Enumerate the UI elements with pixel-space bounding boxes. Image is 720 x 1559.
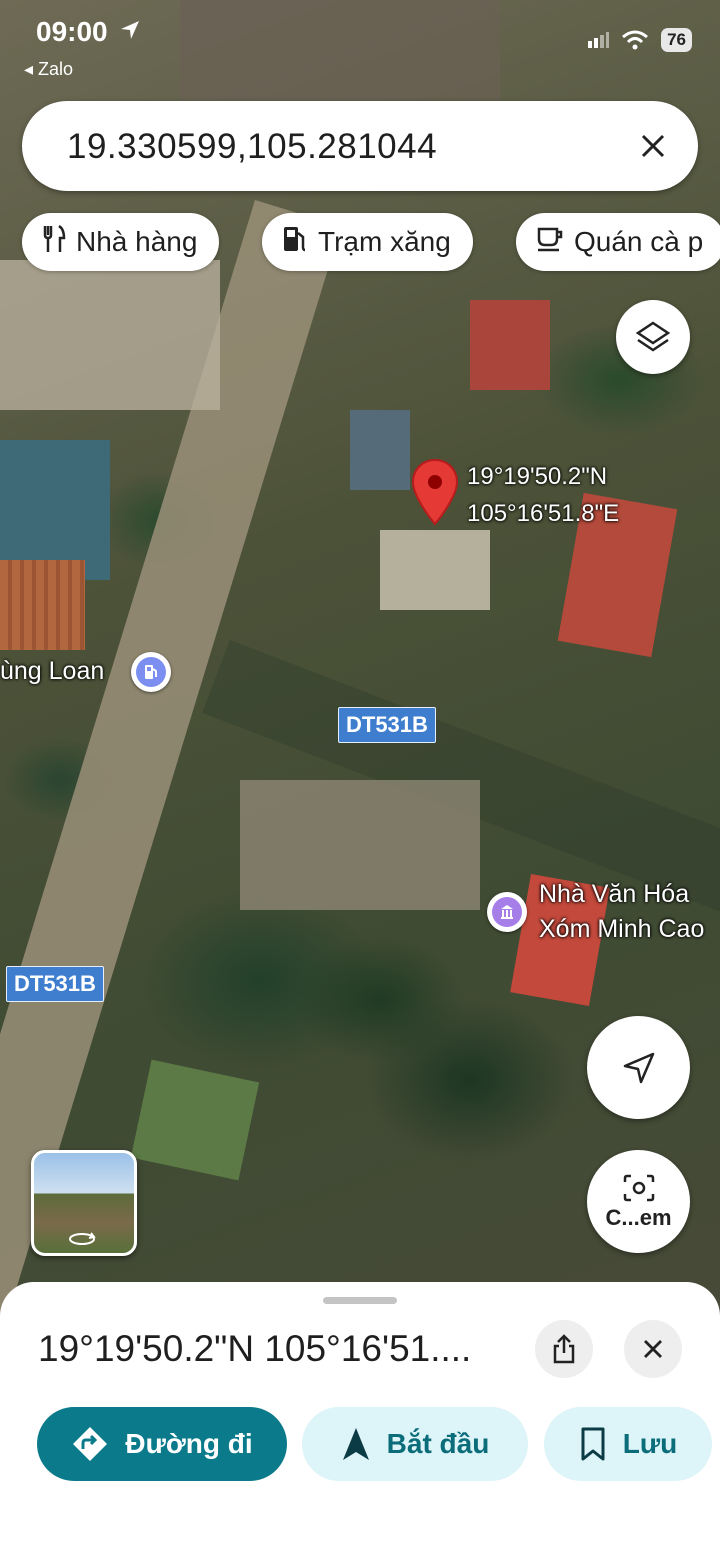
- location-arrow-icon: [121, 21, 140, 39]
- back-to-app[interactable]: ◂ Zalo: [24, 59, 73, 80]
- landmark-icon: [501, 905, 513, 919]
- battery-indicator: 76: [661, 28, 692, 52]
- signal-icon: [588, 32, 610, 48]
- close-icon: [641, 134, 665, 158]
- navigation-arrow-icon: [623, 1052, 654, 1083]
- chip-label: Nhà hàng: [76, 226, 198, 257]
- status-time: 09:00: [36, 16, 141, 48]
- chip-coffee[interactable]: Quán cà p: [516, 213, 720, 271]
- search-input[interactable]: 19.330599,105.281044: [67, 127, 437, 167]
- roof: [350, 410, 410, 490]
- start-navigation-button[interactable]: Bắt đầu: [302, 1407, 528, 1481]
- poi-culture-label-line1[interactable]: Nhà Văn Hóa: [539, 878, 689, 911]
- directions-label: Đường đi: [125, 1428, 253, 1459]
- poi-gas-label[interactable]: ùng Loan: [0, 655, 104, 688]
- sheet-drag-handle[interactable]: [323, 1297, 397, 1304]
- poi-gas-station[interactable]: [131, 652, 171, 692]
- coffee-icon: [536, 226, 564, 259]
- layers-button[interactable]: [616, 300, 690, 374]
- start-label: Bắt đầu: [386, 1428, 490, 1459]
- pin-label-latitude: 19°19'50.2"N: [467, 463, 608, 490]
- chip-gas-stations[interactable]: Trạm xăng: [262, 213, 473, 271]
- street-view-thumbnail[interactable]: [31, 1150, 137, 1256]
- restaurant-icon: [42, 224, 66, 260]
- poi-culture-house[interactable]: [487, 892, 527, 932]
- poi-culture-label-line2[interactable]: Xóm Minh Cao: [539, 913, 704, 946]
- roof: [0, 560, 85, 650]
- chip-restaurants[interactable]: Nhà hàng: [22, 213, 220, 271]
- share-icon: [553, 1334, 575, 1364]
- chip-label: Quán cà p: [574, 226, 704, 257]
- camera-button-label: C...em: [605, 1204, 672, 1230]
- roof: [180, 0, 500, 100]
- layers-icon: [635, 321, 671, 352]
- roof: [130, 1059, 260, 1181]
- search-bar[interactable]: 19.330599,105.281044: [22, 101, 698, 191]
- street-view-camera-button[interactable]: C...em: [587, 1150, 690, 1253]
- camera-icon: [623, 1174, 654, 1201]
- roof: [470, 300, 550, 390]
- road-label: DT531B: [6, 966, 104, 1002]
- save-button[interactable]: Lưu: [544, 1407, 712, 1481]
- clock: 09:00: [36, 16, 108, 47]
- close-icon: [644, 1340, 662, 1358]
- roof: [240, 780, 480, 910]
- pin-label-longitude: 105°16'51.8"E: [467, 500, 620, 527]
- roof: [0, 440, 110, 580]
- gas-station-icon: [282, 225, 308, 260]
- clear-search-button[interactable]: [628, 121, 678, 171]
- gas-station-icon: [145, 665, 157, 679]
- chip-label: Trạm xăng: [318, 226, 451, 257]
- map-pin-icon: [411, 458, 459, 526]
- directions-icon: [71, 1425, 109, 1463]
- navigation-icon: [341, 1426, 371, 1462]
- share-button[interactable]: [535, 1320, 593, 1378]
- roof: [0, 260, 220, 410]
- place-title: 19°19'50.2"N 105°16'51....: [38, 1328, 472, 1369]
- my-location-button[interactable]: [587, 1016, 690, 1119]
- wifi-icon: [622, 30, 649, 50]
- bookmark-icon: [579, 1427, 607, 1461]
- place-bottom-sheet[interactable]: 19°19'50.2"N 105°16'51.... Đường đi Bắt …: [0, 1282, 720, 1559]
- directions-button[interactable]: Đường đi: [37, 1407, 287, 1481]
- status-icons: 76: [587, 28, 692, 52]
- close-sheet-button[interactable]: [624, 1320, 682, 1378]
- road-label: DT531B: [338, 707, 436, 743]
- save-label: Lưu: [622, 1428, 678, 1459]
- roof: [380, 530, 490, 610]
- dropped-pin[interactable]: [411, 458, 459, 531]
- rotate-360-icon: [69, 1232, 96, 1245]
